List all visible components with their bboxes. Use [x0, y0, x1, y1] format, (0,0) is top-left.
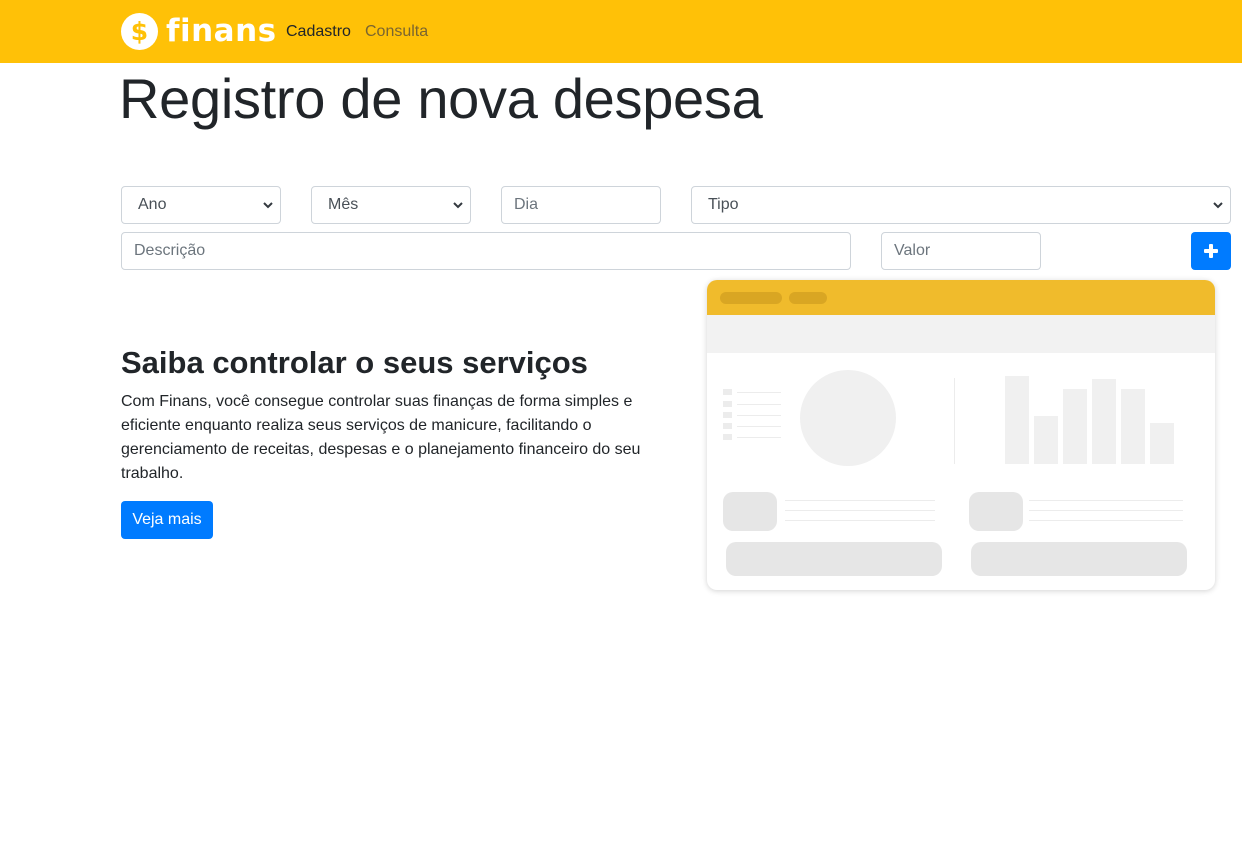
description-input[interactable]: Descrição [121, 232, 851, 270]
brand-name: finans [166, 13, 277, 49]
chevron-down-icon [453, 202, 463, 209]
illustration-bar [1121, 389, 1145, 464]
page-title: Registro de nova despesa [119, 67, 763, 130]
promo-title: Saiba controlar o seus serviços [121, 345, 588, 380]
promo-text: Com Finans, você consegue controlar suas… [121, 393, 641, 482]
year-select[interactable]: Ano [121, 186, 281, 224]
chevron-down-icon [263, 202, 273, 209]
nav-link-consulta[interactable]: Consulta [365, 22, 428, 42]
type-select-value: Tipo [708, 196, 739, 213]
day-input[interactable]: Dia [501, 186, 661, 224]
value-input-placeholder: Valor [894, 242, 931, 259]
illustration-bar [1150, 423, 1174, 464]
illustration-bar [1063, 389, 1087, 464]
day-input-placeholder: Dia [514, 196, 539, 213]
description-input-placeholder: Descrição [134, 242, 206, 259]
illustration-bar [1092, 379, 1116, 464]
chevron-down-icon [1213, 202, 1223, 209]
illustration-bar [1005, 376, 1029, 464]
year-select-value: Ano [138, 196, 167, 213]
illustration-bar [1034, 416, 1058, 464]
month-select-value: Mês [328, 196, 359, 213]
nav-link-cadastro[interactable]: Cadastro [286, 22, 351, 42]
add-expense-button[interactable] [1191, 232, 1231, 270]
month-select[interactable]: Mês [311, 186, 471, 224]
navbar: $ finans Cadastro Consulta [0, 0, 1242, 63]
dollar-coin-icon: $ [121, 12, 158, 50]
value-input[interactable]: Valor [881, 232, 1041, 270]
type-select[interactable]: Tipo [691, 186, 1231, 224]
see-more-button[interactable]: Veja mais [121, 501, 213, 539]
brand-logo[interactable]: $ finans [121, 12, 277, 50]
dashboard-illustration [707, 280, 1215, 590]
